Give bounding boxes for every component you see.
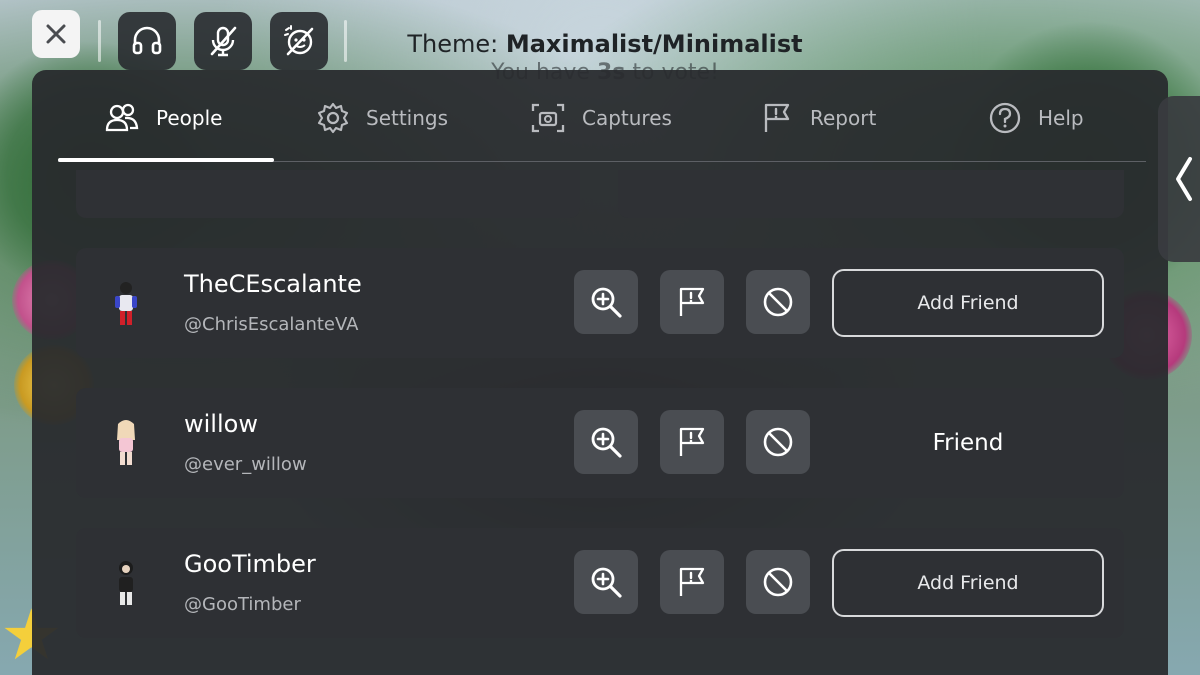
top-bar-divider-2	[344, 20, 347, 62]
report-player-button[interactable]	[660, 410, 724, 474]
display-name: TheCEscalante	[184, 270, 362, 298]
tab-settings-label: Settings	[366, 106, 449, 130]
add-friend-button[interactable]: Add Friend	[832, 549, 1104, 617]
flag-icon	[679, 287, 705, 316]
tab-people-label: People	[156, 106, 223, 130]
report-player-button[interactable]	[660, 550, 724, 614]
tab-help-label: Help	[1038, 106, 1084, 130]
gear-icon	[317, 102, 349, 134]
username: @ever_willow	[184, 454, 307, 475]
people-list[interactable]: TheCEscalante @ChrisEscalanteVA Add Frie…	[32, 170, 1168, 675]
tab-help[interactable]: Help	[988, 98, 1084, 138]
player-row-thecescalante: TheCEscalante @ChrisEscalanteVA Add Frie…	[76, 248, 1124, 358]
avatar	[119, 561, 133, 605]
player-row-willow: willow @ever_willow Friend	[76, 388, 1124, 498]
close-button[interactable]	[32, 10, 80, 58]
side-drawer-handle[interactable]	[1158, 96, 1200, 262]
flag-icon	[764, 103, 790, 132]
block-player-button[interactable]	[746, 550, 810, 614]
camera-icon	[531, 103, 565, 133]
zoom-in-icon	[591, 427, 622, 458]
tab-captures-label: Captures	[582, 106, 672, 130]
headphones-icon	[132, 26, 162, 55]
display-name: willow	[184, 410, 258, 438]
avatar	[115, 282, 137, 325]
zoom-in-icon	[591, 287, 622, 318]
username: @ChrisEscalanteVA	[184, 314, 359, 335]
self-view-button[interactable]	[270, 12, 328, 70]
inspect-button[interactable]	[574, 550, 638, 614]
tab-settings[interactable]: Settings	[316, 98, 448, 138]
block-icon	[763, 567, 793, 597]
username: @GooTimber	[184, 594, 301, 615]
active-tab-indicator	[58, 158, 274, 162]
tab-people[interactable]: People	[104, 98, 222, 138]
tab-captures[interactable]: Captures	[530, 98, 672, 138]
tab-report[interactable]: Report	[760, 98, 876, 138]
list-item	[76, 170, 580, 218]
flag-icon	[679, 567, 705, 596]
theme-value: Maximalist/Minimalist	[505, 30, 803, 58]
theme-banner: Theme: Maximalist/Minimalist	[370, 30, 840, 58]
theme-label: Theme:	[407, 30, 506, 58]
top-bar-divider	[98, 20, 101, 62]
block-player-button[interactable]	[746, 410, 810, 474]
chevron-left-icon	[1176, 157, 1192, 201]
flag-icon	[679, 427, 705, 456]
avatar	[117, 420, 135, 465]
people-menu-panel: People Settings Captures Report Help The…	[32, 70, 1168, 675]
close-icon	[46, 24, 66, 44]
people-icon	[105, 103, 139, 132]
player-row-gootimber: GooTimber @GooTimber Add Friend	[76, 528, 1124, 638]
tab-report-label: Report	[810, 106, 877, 130]
microphone-mute-button[interactable]	[194, 12, 252, 70]
display-name: GooTimber	[184, 550, 316, 578]
help-icon	[989, 102, 1021, 134]
zoom-in-icon	[591, 567, 622, 598]
block-icon	[763, 287, 793, 317]
friend-status: Friend	[932, 430, 1004, 456]
block-player-button[interactable]	[746, 270, 810, 334]
menu-tabs: People Settings Captures Report Help	[32, 70, 1168, 162]
add-friend-button[interactable]: Add Friend	[832, 269, 1104, 337]
list-item	[618, 170, 1124, 218]
self-view-off-icon	[284, 25, 314, 56]
inspect-button[interactable]	[574, 410, 638, 474]
block-icon	[763, 427, 793, 457]
microphone-muted-icon	[210, 26, 237, 57]
headphones-button[interactable]	[118, 12, 176, 70]
report-player-button[interactable]	[660, 270, 724, 334]
inspect-button[interactable]	[574, 270, 638, 334]
